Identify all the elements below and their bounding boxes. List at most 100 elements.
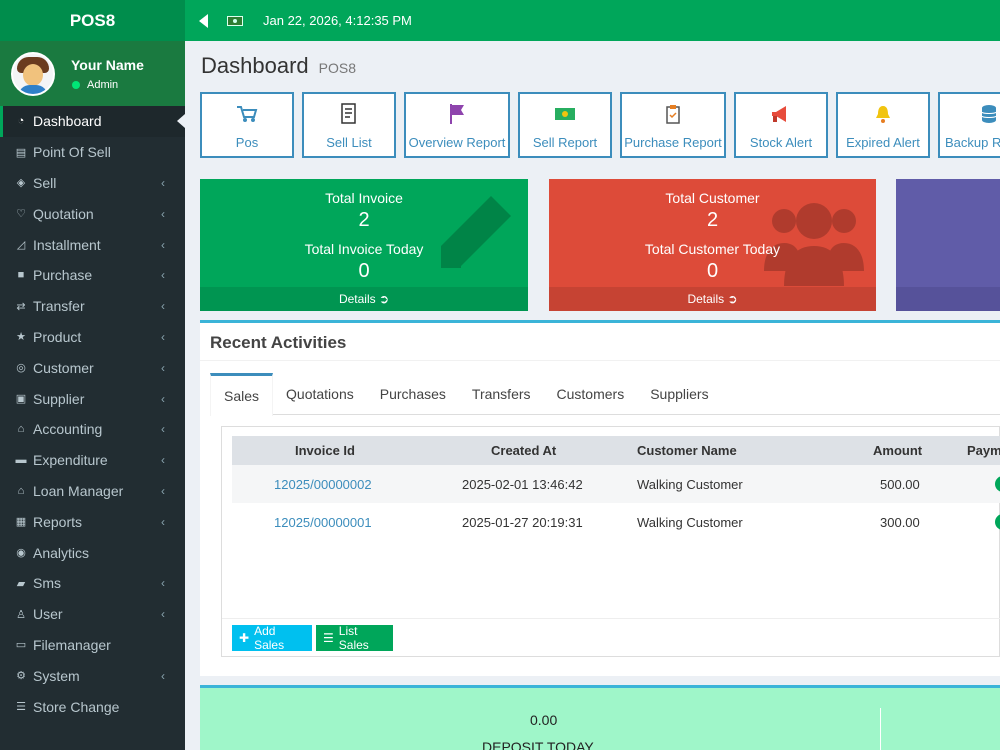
clipboard-icon [662,103,684,125]
stat-box-customer: Total Customer 2 Total Customer Today 0 … [549,179,876,311]
customer-name-cell: Walking Customer [637,515,743,530]
sidebar-item-sms[interactable]: ▰ Sms ‹ [0,568,185,599]
chevron-left-icon: ‹ [161,391,165,406]
chevron-left-icon: ‹ [161,576,165,591]
invoice-details-link[interactable]: Details ➲ [200,287,528,311]
column-invoice-id: Invoice Id [295,443,355,458]
sidebar: Your Name Admin ◔ Dashboard ▤ Point Of Sel… [0,41,185,750]
sidebar-item-analytics[interactable]: ◉ Analytics [0,537,185,568]
column-created-at: Created At [491,443,557,458]
sidebar-item-dashboard[interactable]: ◔ Dashboard [0,106,185,137]
third-details-link[interactable] [896,287,1000,311]
tab-transfers[interactable]: Transfers [459,373,544,415]
sidebar-item-point-of-sell[interactable]: ▤ Point Of Sell [0,137,185,168]
customer-name-cell: Walking Customer [637,477,743,492]
sidebar-item-supplier[interactable]: ▣ Supplier ‹ [0,383,185,414]
brand-logo[interactable]: POS8 [0,0,185,41]
sidebar-item-installment[interactable]: ◿ Installment ‹ [0,229,185,260]
arrow-circle-right-icon: ➲ [727,292,738,306]
shortcut-sell-report[interactable]: Sell Report [518,92,612,158]
sidebar-item-product[interactable]: ★ Product ‹ [0,322,185,353]
gear-icon: ⚙ [16,670,26,683]
sidebar-item-quotation[interactable]: ♡ Quotation ‹ [0,198,185,229]
avatar [11,51,55,96]
recent-activities-box: Recent Activities Sales Quotations Purch… [200,320,1000,676]
column-payment: Payme [967,443,1000,458]
shortcut-stock-alert[interactable]: Stock Alert [734,92,828,158]
payment-status-icon [995,514,1000,530]
sidebar-item-store-change[interactable]: ☰ Store Change [0,691,185,722]
total-invoice-today-value: 0 [358,260,370,282]
list-icon: ☰ [323,631,334,645]
chevron-left-icon: ‹ [161,175,165,190]
main-content: Dashboard POS8 Pos Sell List Overview Re… [185,41,1000,750]
sidebar-item-system[interactable]: ⚙ System ‹ [0,660,185,691]
user-name: Your Name [71,56,144,73]
invoice-link[interactable]: 12025/00000001 [274,515,372,530]
user-panel: Your Name Admin [0,41,185,106]
list-sales-button[interactable]: ☰ List Sales [316,624,393,652]
chevron-left-icon: ‹ [161,483,165,498]
sidebar-item-expenditure[interactable]: ▬ Expenditure ‹ [0,445,185,476]
amount-cell: 500.00 [880,477,920,492]
bell-icon [872,103,894,125]
loan-icon: ⌂ [17,484,25,497]
sidebar-item-user[interactable]: ♙ User ‹ [0,599,185,630]
chevron-left-icon: ‹ [161,237,165,252]
installment-icon: ◿ [16,239,26,252]
sidebar-toggle-button[interactable] [185,13,221,28]
heart-icon: ♡ [16,208,26,221]
recent-activities-title: Recent Activities [200,323,1000,361]
tab-quotations[interactable]: Quotations [273,373,367,415]
amount-cell: 300.00 [880,515,920,530]
shortcut-backup[interactable]: Backup R [938,92,1000,158]
user-icon: ♙ [16,608,26,621]
shortcut-sell-list[interactable]: Sell List [302,92,396,158]
tab-purchases[interactable]: Purchases [367,373,459,415]
tab-suppliers[interactable]: Suppliers [637,373,721,415]
dashboard-icon: ◔ [17,115,25,128]
deposit-today-value: 0.00 [530,712,558,728]
shortcut-purchase-report[interactable]: Purchase Report [620,92,726,158]
total-invoice-label: Total Invoice [325,190,403,206]
analytics-icon: ◉ [16,547,26,560]
sidebar-item-reports[interactable]: ▦ Reports ‹ [0,506,185,537]
report-icon: ▦ [15,516,27,529]
shortcut-pos[interactable]: Pos [200,92,294,158]
transfer-icon: ⇄ [16,300,26,313]
chevron-left-icon: ‹ [161,360,165,375]
chevron-left-icon: ‹ [161,206,165,221]
add-sales-button[interactable]: ✚ Add Sales [232,624,312,652]
shortcut-overview-report[interactable]: Overview Report [404,92,510,158]
cash-icon [227,15,243,26]
plus-icon: ✚ [239,631,250,645]
sidebar-item-filemanager[interactable]: ▭ Filemanager [0,630,185,661]
list-icon: ☰ [16,701,26,714]
sidebar-item-sell[interactable]: ◈ Sell ‹ [0,168,185,199]
invoice-link[interactable]: 12025/00000002 [274,477,372,492]
bank-icon: ⌂ [17,423,25,436]
deposit-today-label: DEPOSIT TODAY [482,739,594,750]
pos-icon: ▤ [15,146,27,159]
column-customer-name: Customer Name [637,443,737,458]
sales-panel: Invoice Id Created At Customer Name Amou… [221,426,1000,657]
minus-icon: ▬ [15,454,27,467]
tab-customers[interactable]: Customers [544,373,638,415]
database-icon [978,103,1000,125]
total-customer-label: Total Customer [665,190,760,206]
page-header: Dashboard POS8 [201,53,356,79]
tab-sales[interactable]: Sales [210,373,274,416]
total-invoice-value: 2 [358,209,370,231]
chevron-left-icon: ‹ [161,299,165,314]
sidebar-item-accounting[interactable]: ⌂ Accounting ‹ [0,414,185,445]
sell-icon: ◈ [16,177,26,190]
sidebar-item-loan-manager[interactable]: ⌂ Loan Manager ‹ [0,476,185,507]
current-datetime: Jan 22, 2026, 4:12:35 PM [263,13,412,28]
sidebar-item-purchase[interactable]: ■ Purchase ‹ [0,260,185,291]
shortcut-expired-alert[interactable]: Expired Alert [836,92,930,158]
sidebar-item-customer[interactable]: ◎ Customer ‹ [0,352,185,383]
sidebar-item-transfer[interactable]: ⇄ Transfer ‹ [0,291,185,322]
online-status-icon [72,80,80,89]
chevron-left-icon: ‹ [161,329,165,344]
stat-box-invoice: Total Invoice 2 Total Invoice Today 0 De… [200,179,528,311]
